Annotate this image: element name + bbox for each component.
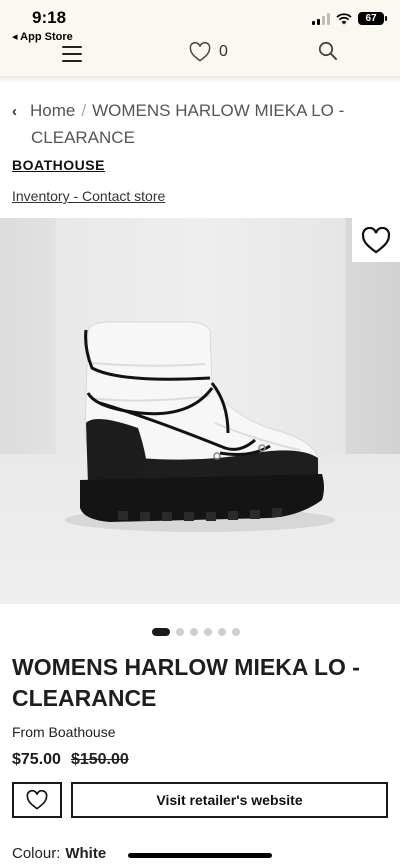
price-block: $75.00 $150.00 — [12, 751, 129, 769]
chevron-left-icon: ‹ — [12, 103, 17, 120]
header-wishlist[interactable]: 0 — [189, 42, 228, 62]
breadcrumb-current: WOMENS HARLOW MIEKA LO - — [92, 101, 345, 120]
carousel-dot[interactable] — [176, 628, 184, 636]
heart-icon — [26, 790, 48, 810]
colour-selector: Colour: White — [12, 845, 106, 862]
sale-price: $75.00 — [12, 751, 61, 768]
heart-icon — [361, 226, 391, 254]
status-time: 9:18 — [32, 8, 67, 27]
colour-label: Colour: — [12, 845, 61, 862]
breadcrumb: ‹ Home / WOMENS HARLOW MIEKA LO - CLEARANCE — [12, 98, 388, 151]
colour-value: White — [65, 845, 107, 862]
product-title: WOMENS HARLOW MIEKA LO - CLEARANCE — [12, 654, 360, 711]
search-icon[interactable] — [318, 41, 338, 61]
visit-retailer-button[interactable]: Visit retailer's website — [71, 782, 388, 818]
carousel-dot[interactable] — [232, 628, 240, 636]
home-indicator[interactable] — [128, 853, 272, 858]
wifi-icon — [336, 12, 352, 24]
status-indicators: 67 — [312, 12, 387, 25]
carousel-dot[interactable] — [204, 628, 212, 636]
heart-icon — [189, 42, 211, 62]
store-name-link[interactable]: BOATHOUSE — [12, 157, 105, 173]
product-retailer: From Boathouse — [12, 724, 116, 740]
cellular-signal-icon — [312, 12, 330, 25]
site-header: 0 — [0, 41, 400, 76]
carousel-dot[interactable] — [218, 628, 226, 636]
breadcrumb-separator: / — [81, 101, 87, 120]
breadcrumb-current-continued: CLEARANCE — [31, 128, 135, 147]
battery-level: 67 — [365, 12, 377, 24]
battery-icon: 67 — [358, 12, 387, 25]
product-image[interactable] — [0, 218, 400, 604]
add-to-wishlist-button[interactable] — [12, 782, 62, 818]
carousel-dot[interactable] — [190, 628, 198, 636]
carousel-dot-active[interactable] — [152, 628, 170, 636]
boot-illustration — [65, 321, 335, 532]
header-divider — [0, 76, 400, 82]
status-bar: 9:18 ◂ App Store 67 — [0, 0, 400, 46]
carousel-dots — [152, 628, 240, 636]
original-price: $150.00 — [70, 751, 129, 768]
breadcrumb-home[interactable]: Home — [30, 101, 75, 120]
image-wishlist-button[interactable] — [352, 218, 400, 262]
wishlist-count: 0 — [219, 43, 228, 60]
hamburger-menu-icon[interactable] — [62, 46, 82, 62]
back-to-app-store[interactable]: ◂ App Store — [12, 30, 73, 43]
inventory-contact-link[interactable]: Inventory - Contact store — [12, 188, 165, 204]
